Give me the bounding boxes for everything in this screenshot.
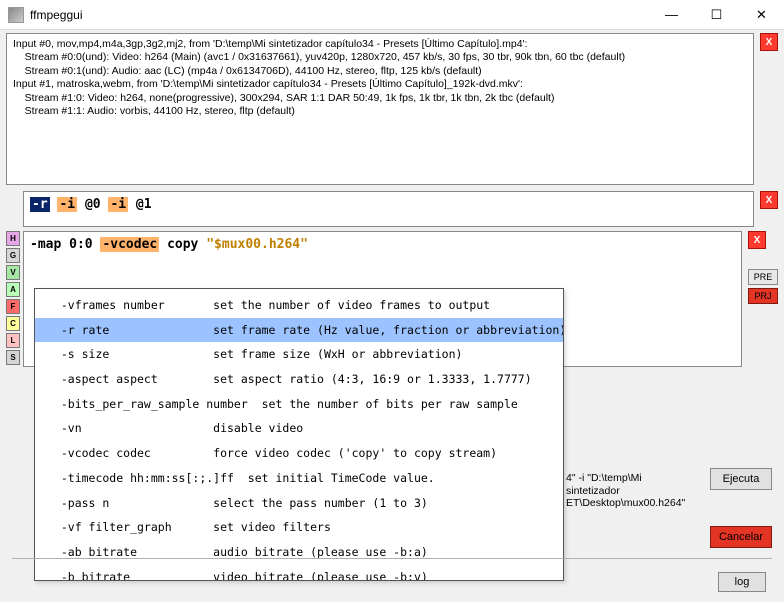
autocomplete-item[interactable]: -vn disable video: [35, 416, 563, 441]
side-btn-S[interactable]: S: [6, 350, 20, 365]
autocomplete-item[interactable]: -b bitrate video bitrate (please use -b:…: [35, 565, 563, 581]
app-icon: [8, 7, 24, 23]
side-btn-H[interactable]: H: [6, 231, 20, 246]
autocomplete-item[interactable]: -vframes number set the number of video …: [35, 293, 563, 318]
minimize-button[interactable]: —: [649, 0, 694, 29]
autocomplete-item[interactable]: -aspect aspect set aspect ratio (4:3, 16…: [35, 367, 563, 392]
execute-button[interactable]: Ejecuta: [710, 468, 772, 490]
input-command-line[interactable]: -r -i @0 -i @1: [23, 191, 754, 227]
autocomplete-item[interactable]: -pass n select the pass number (1 to 3): [35, 491, 563, 516]
close-cmd2-button[interactable]: X: [748, 231, 766, 249]
autocomplete-item[interactable]: -r rate set frame rate (Hz value, fracti…: [35, 318, 563, 343]
side-btn-G[interactable]: G: [6, 248, 20, 263]
autocomplete-item[interactable]: -s size set frame size (WxH or abbreviat…: [35, 342, 563, 367]
autocomplete-item[interactable]: -vcodec codec force video codec ('copy' …: [35, 441, 563, 466]
active-token: -r: [30, 197, 50, 212]
log-button[interactable]: log: [718, 572, 766, 592]
autocomplete-item[interactable]: -vf filter_graph set video filters: [35, 515, 563, 540]
close-cmd1-button[interactable]: X: [760, 191, 778, 209]
autocomplete-item[interactable]: -ab bitrate audio bitrate (please use -b…: [35, 540, 563, 565]
autocomplete-item[interactable]: -bits_per_raw_sample number set the numb…: [35, 392, 563, 417]
flag-token: -i: [108, 197, 128, 212]
side-btn-L[interactable]: L: [6, 333, 20, 348]
window-title: ffmpeggui: [30, 8, 649, 22]
divider: [12, 558, 772, 559]
autocomplete-item[interactable]: -timecode hh:mm:ss[:;.]ff set initial Ti…: [35, 466, 563, 491]
close-info-button[interactable]: X: [760, 33, 778, 51]
autocomplete-popup[interactable]: -vframes number set the number of video …: [34, 288, 564, 581]
cancel-button[interactable]: Cancelar: [710, 526, 772, 548]
maximize-button[interactable]: ☐: [694, 0, 739, 29]
side-btn-C[interactable]: C: [6, 316, 20, 331]
command-preview-tail: 4" -i "D:\temp\Mi sintetizador ET\Deskto…: [566, 472, 698, 510]
side-btn-A[interactable]: A: [6, 282, 20, 297]
side-btn-F[interactable]: F: [6, 299, 20, 314]
close-window-button[interactable]: ✕: [739, 0, 784, 29]
flag-token: -vcodec: [100, 237, 159, 252]
prj-button[interactable]: PRJ: [748, 288, 778, 304]
side-btn-V[interactable]: V: [6, 265, 20, 280]
media-info-panel: Input #0, mov,mp4,m4a,3gp,3g2,mj2, from …: [6, 33, 754, 185]
variable-token: "$mux00.h264": [206, 237, 308, 252]
format-buttons-column: H G V A F C L S: [6, 231, 20, 367]
flag-token: -i: [57, 197, 77, 212]
pre-button[interactable]: PRE: [748, 269, 778, 285]
